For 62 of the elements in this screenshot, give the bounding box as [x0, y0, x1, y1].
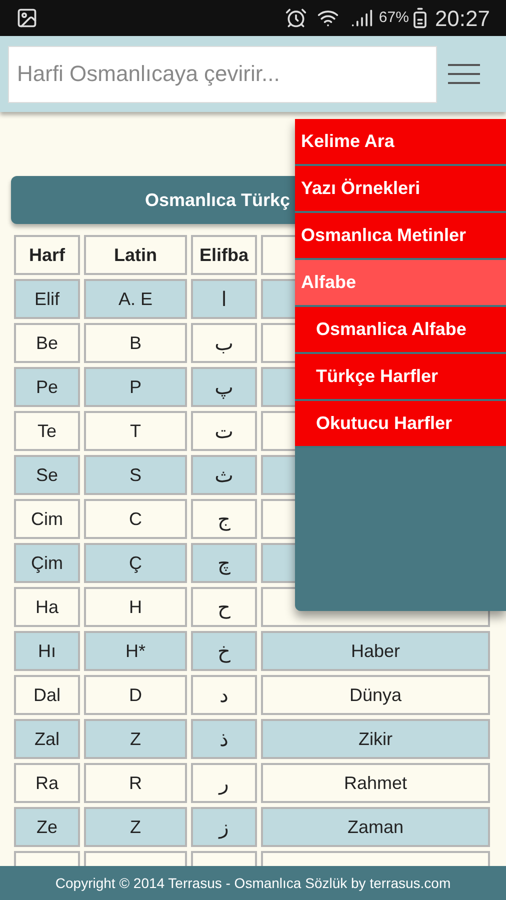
table-cell: D [84, 675, 187, 715]
table-cell: Pe [14, 367, 80, 407]
table-cell: چ [191, 543, 257, 583]
table-cell: Zal [14, 719, 80, 759]
table-cell: R [84, 763, 187, 803]
footer: Copyright © 2014 Terrasus - Osmanlıca Sözlük by terrasus.com [0, 866, 506, 900]
menu-item[interactable]: Osmanlica Alfabe [295, 307, 506, 354]
column-header: Elifba [191, 235, 257, 275]
table-cell: B [84, 323, 187, 363]
table-cell: Dal [14, 675, 80, 715]
table-cell: ز [191, 807, 257, 847]
table-cell: Ha [14, 587, 80, 627]
table-cell: Z [84, 807, 187, 847]
table-cell: Z [84, 719, 187, 759]
table-cell: خ [191, 631, 257, 671]
battery-percent: 67% [378, 8, 409, 28]
table-cell: Hı [14, 631, 80, 671]
menu-item[interactable]: Yazı Örnekleri [295, 166, 506, 213]
table-cell: Zaman [261, 807, 490, 847]
table-cell: T [84, 411, 187, 451]
table-cell: Te [14, 411, 80, 451]
table-cell: Ra [14, 763, 80, 803]
table-cell: Zikir [261, 719, 490, 759]
table-cell: Ze [14, 807, 80, 847]
column-header: Latin [84, 235, 187, 275]
table-cell: Cim [14, 499, 80, 539]
signal-icon [350, 7, 373, 29]
table-cell: ذ [191, 719, 257, 759]
table-cell: پ [191, 367, 257, 407]
alarm-icon [284, 7, 307, 29]
table-cell: Haber [261, 631, 490, 671]
table-cell: ا [191, 279, 257, 319]
picture-icon [16, 7, 38, 29]
menu-item[interactable]: Türkçe Harfler [295, 354, 506, 401]
table-cell: ت [191, 411, 257, 451]
table-cell: S [84, 455, 187, 495]
table-cell: د [191, 675, 257, 715]
table-cell: Se [14, 455, 80, 495]
table-cell: Rahmet [261, 763, 490, 803]
menu-icon[interactable] [448, 64, 480, 84]
table-cell: H* [84, 631, 187, 671]
table-cell: Çim [14, 543, 80, 583]
menu-item[interactable]: Okutucu Harfler [295, 401, 506, 448]
menu-item[interactable]: Kelime Ara [295, 119, 506, 166]
clock: 20:27 [434, 4, 490, 32]
menu-item[interactable]: Alfabe [295, 260, 506, 307]
search-field[interactable]: Harfi Osmanlıcaya çevirir... [8, 46, 437, 102]
table-cell: C [84, 499, 187, 539]
table-cell: Elif [14, 279, 80, 319]
table-cell: Be [14, 323, 80, 363]
table-cell: ر [191, 763, 257, 803]
table-cell: ث [191, 455, 257, 495]
table-cell: Dünya [261, 675, 490, 715]
table-cell: Ç [84, 543, 187, 583]
table-cell: H [84, 587, 187, 627]
column-header: Harf [14, 235, 80, 275]
table-cell: A. E [84, 279, 187, 319]
menu-item[interactable]: Osmanlıca Metinler [295, 213, 506, 260]
table-cell: ج [191, 499, 257, 539]
table-cell: ب [191, 323, 257, 363]
table-cell: ح [191, 587, 257, 627]
table-cell: P [84, 367, 187, 407]
